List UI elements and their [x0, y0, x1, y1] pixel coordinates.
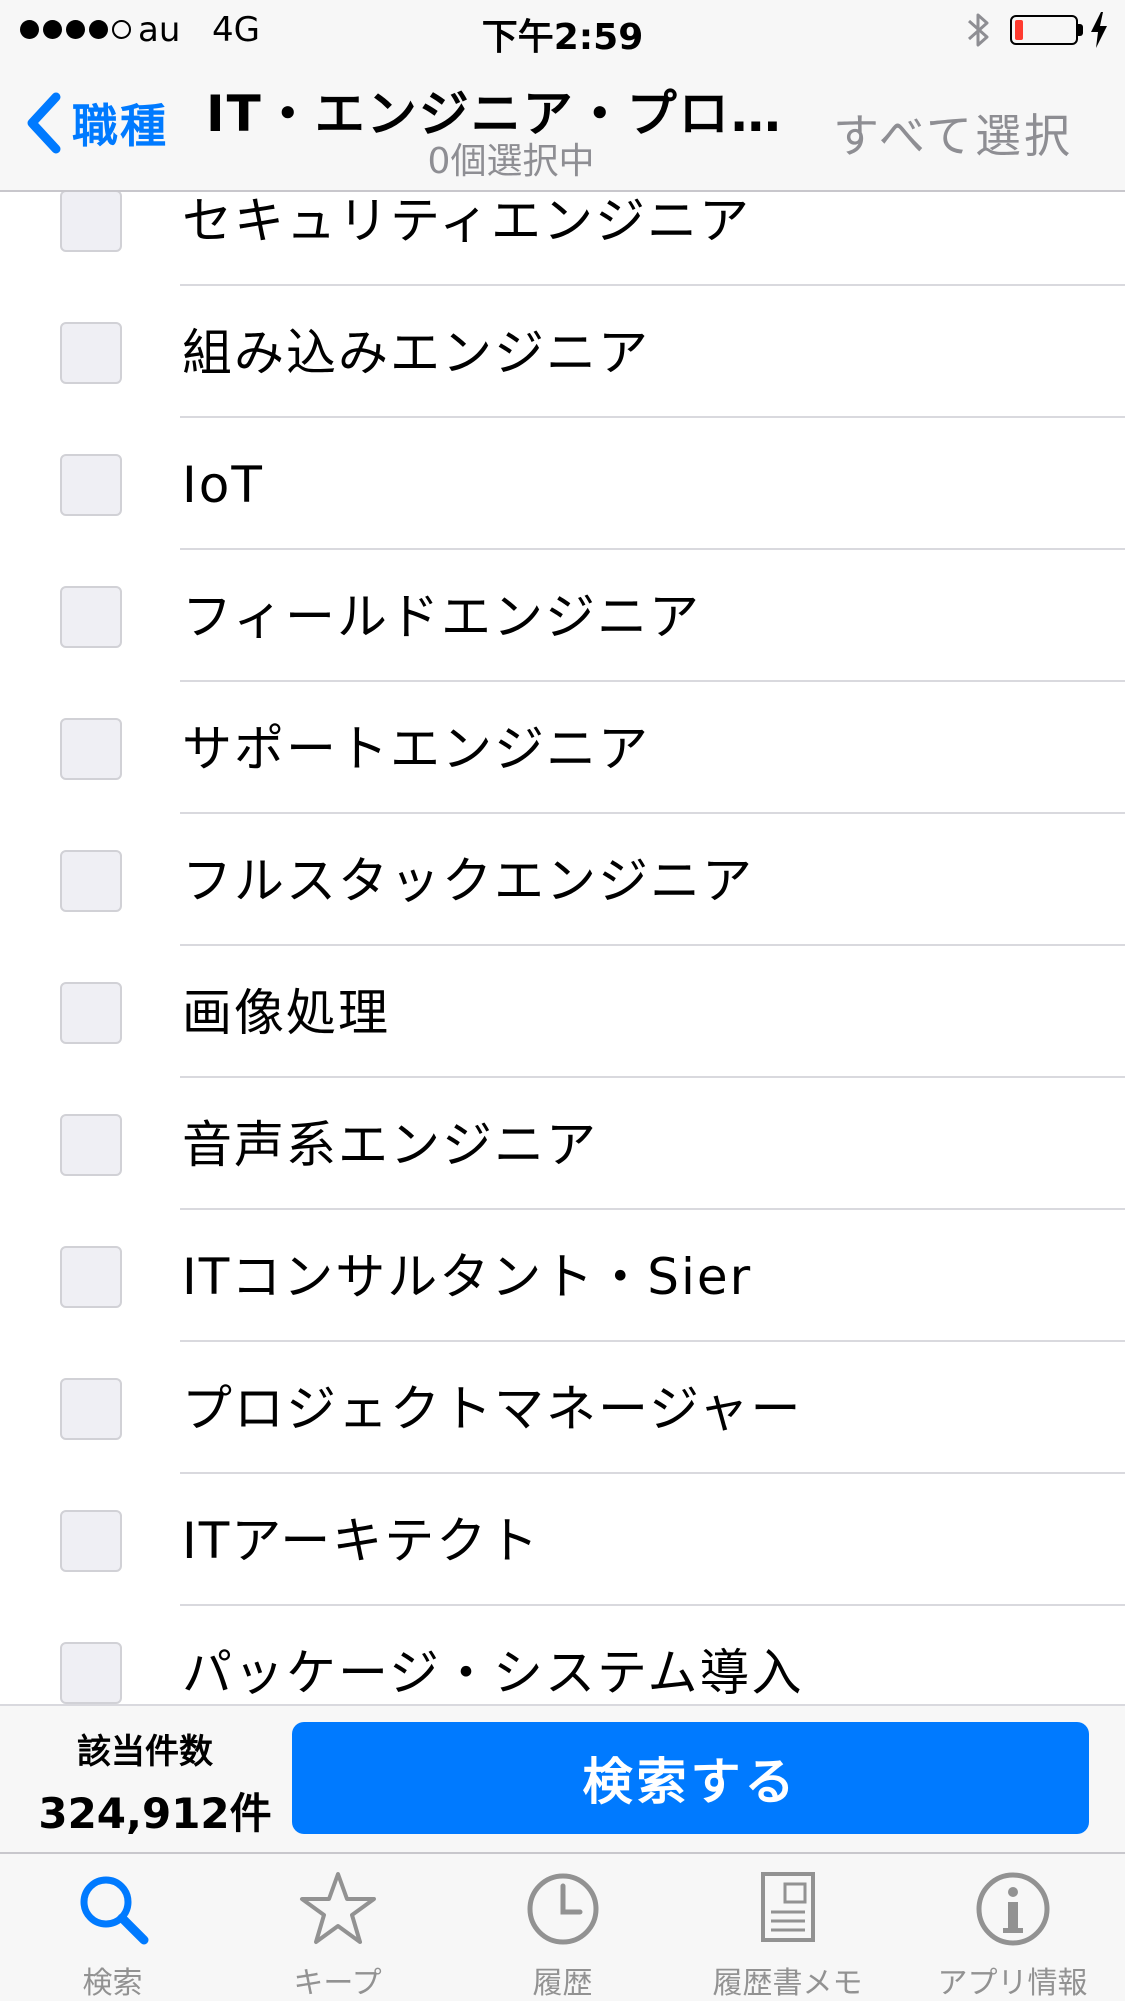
list-item[interactable]: IoT	[0, 418, 1125, 550]
job-type-list[interactable]: セキュリティエンジニア 組み込みエンジニア IoT フィールドエンジニア サポートエンジ…	[0, 192, 1125, 1704]
search-footer: 該当件数 324,912件 検索する	[0, 1704, 1125, 1852]
list-item[interactable]: プロジェクトマネージャー	[0, 1342, 1125, 1474]
result-count-label: 該当件数	[77, 1732, 213, 1772]
list-item-label: ITアーキテクト	[182, 1512, 541, 1570]
back-button-label: 職種	[72, 99, 168, 153]
checkbox[interactable]	[60, 850, 122, 912]
tab-resume-memo[interactable]: 履歴書メモ	[675, 1854, 900, 2003]
clock-icon	[527, 1873, 599, 1945]
checkbox[interactable]	[60, 192, 122, 252]
list-item[interactable]: セキュリティエンジニア	[0, 192, 1125, 286]
list-item[interactable]: フィールドエンジニア	[0, 550, 1125, 682]
battery-level	[1015, 20, 1023, 40]
bluetooth-icon	[968, 13, 989, 47]
list-item[interactable]: 画像処理	[0, 946, 1125, 1078]
search-icon	[80, 1876, 149, 1945]
list-item-label: ITコンサルタント・Sier	[182, 1248, 753, 1306]
list-item[interactable]: サポートエンジニア	[0, 682, 1125, 814]
chevron-left-icon	[27, 92, 61, 154]
checkbox[interactable]	[60, 982, 122, 1044]
list-item[interactable]: ITコンサルタント・Sier	[0, 1210, 1125, 1342]
checkbox[interactable]	[60, 1378, 122, 1440]
list-item-label: フィールドエンジニア	[182, 588, 701, 646]
star-icon	[300, 1872, 376, 1944]
checkbox[interactable]	[60, 1114, 122, 1176]
charging-bolt-icon	[1091, 12, 1107, 48]
tab-label: 検索	[82, 1966, 143, 2001]
tab-label: 履歴	[532, 1966, 593, 2001]
checkbox[interactable]	[60, 1246, 122, 1308]
list-item[interactable]: 音声系エンジニア	[0, 1078, 1125, 1210]
list-item-label: 画像処理	[182, 984, 390, 1042]
selection-count: 0個選択中	[427, 141, 595, 182]
checkbox[interactable]	[60, 322, 122, 384]
list-item-label: プロジェクトマネージャー	[182, 1380, 803, 1438]
tab-keep[interactable]: キープ	[225, 1854, 450, 2003]
status-time: 下午2:59	[481, 17, 644, 58]
status-bar: au 4G 下午2:59	[0, 0, 1125, 60]
tab-label: キープ	[293, 1966, 382, 2001]
tab-bar: 検索 キープ 履歴 履歴書メモ アプリ情報	[0, 1852, 1125, 2001]
list-item-label: フルスタックエンジニア	[182, 852, 754, 910]
info-icon	[976, 1872, 1050, 1946]
checkbox[interactable]	[60, 1642, 122, 1704]
list-item-label: サポートエンジニア	[182, 720, 650, 778]
select-all-button[interactable]: すべて選択	[833, 100, 1073, 166]
list-item[interactable]: フルスタックエンジニア	[0, 814, 1125, 946]
tab-history[interactable]: 履歴	[450, 1854, 675, 2003]
list-item[interactable]: パッケージ・システム導入	[0, 1606, 1125, 1704]
checkbox[interactable]	[60, 454, 122, 516]
document-icon	[761, 1872, 815, 1942]
list-item-label: パッケージ・システム導入	[182, 1644, 804, 1702]
list-item-label: セキュリティエンジニア	[182, 192, 751, 250]
search-button[interactable]: 検索する	[292, 1722, 1089, 1834]
battery-icon	[1010, 15, 1078, 45]
checkbox[interactable]	[60, 586, 122, 648]
checkbox[interactable]	[60, 718, 122, 780]
tab-search[interactable]: 検索	[0, 1854, 225, 2003]
battery-tip	[1078, 24, 1083, 36]
tab-app-info[interactable]: アプリ情報	[900, 1854, 1125, 2003]
list-item-label: 組み込みエンジニア	[182, 324, 650, 382]
result-count-value: 324,912件	[38, 1789, 272, 1838]
navigation-bar: 職種 IT・エンジニア・プロ… 0個選択中 すべて選択	[0, 60, 1125, 192]
back-button[interactable]: 職種	[22, 90, 168, 156]
checkbox[interactable]	[60, 1510, 122, 1572]
tab-label: アプリ情報	[937, 1966, 1088, 2001]
tab-label: 履歴書メモ	[712, 1966, 863, 2001]
list-item[interactable]: 組み込みエンジニア	[0, 286, 1125, 418]
list-item[interactable]: ITアーキテクト	[0, 1474, 1125, 1606]
list-item-label: IoT	[182, 456, 264, 514]
list-item-label: 音声系エンジニア	[182, 1116, 598, 1174]
